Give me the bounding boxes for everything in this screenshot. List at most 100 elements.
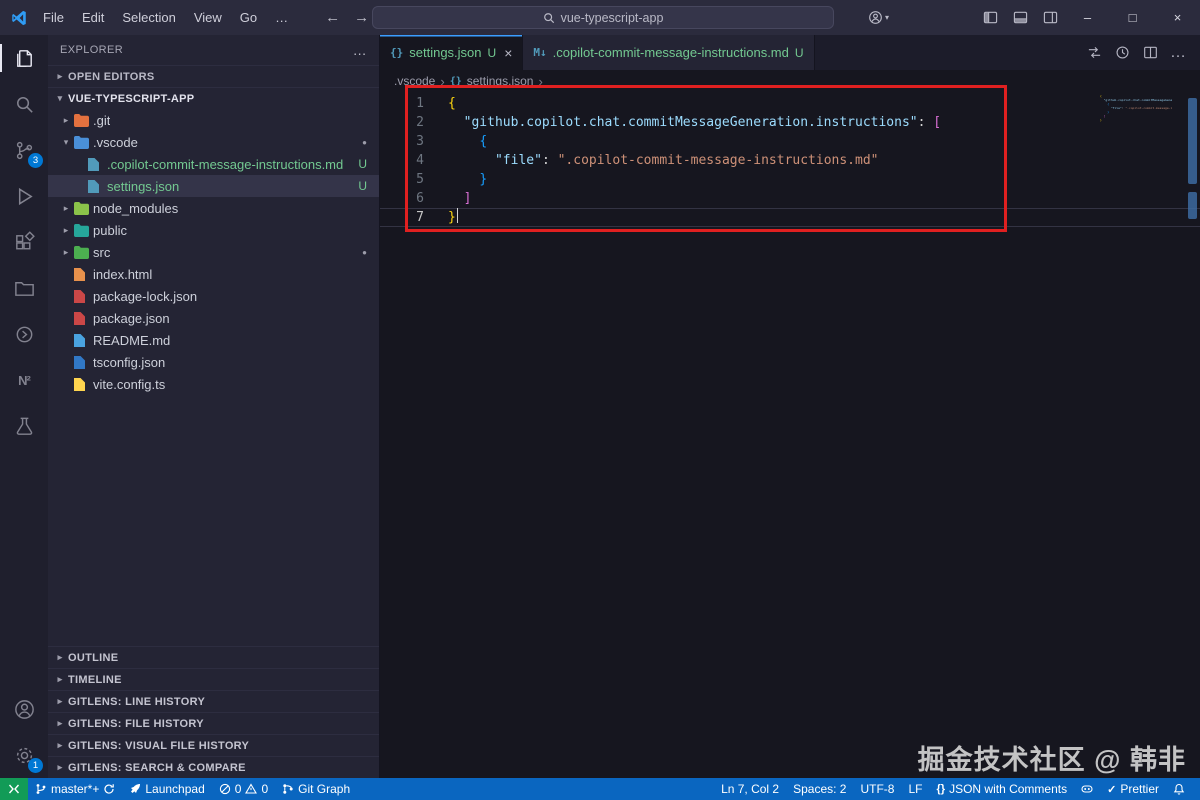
panel-gitlens-search-compare[interactable]: ▸GITLENS: SEARCH & COMPARE: [48, 756, 379, 778]
menu-file[interactable]: File: [34, 0, 73, 35]
file-icon: [74, 378, 92, 391]
tree-item-readme-md[interactable]: README.md: [48, 329, 379, 351]
panel-gitlens-file-history[interactable]: ▸GITLENS: FILE HISTORY: [48, 712, 379, 734]
status-problems[interactable]: 00: [212, 778, 275, 800]
activitybar-search[interactable]: [0, 81, 48, 127]
workspace-root-header[interactable]: ▾ VUE-TYPESCRIPT-APP: [48, 87, 379, 109]
status-indentation[interactable]: Spaces: 2: [786, 778, 853, 800]
status-label: JSON with Comments: [949, 782, 1067, 796]
code-editor[interactable]: 1{2 "github.copilot.chat.commitMessageGe…: [380, 92, 1200, 778]
tree-item-settings-json[interactable]: settings.jsonU: [48, 175, 379, 197]
explorer-more-actions-icon[interactable]: …: [353, 42, 367, 58]
toggle-secondary-sidebar-icon[interactable]: [1035, 0, 1065, 35]
chevron-right-icon: ▸: [52, 71, 68, 82]
tab-settings-json[interactable]: {} settings.json U ×: [380, 35, 523, 70]
status-launchpad[interactable]: Launchpad: [122, 778, 211, 800]
folder-icon: [13, 277, 36, 300]
activitybar-explorer[interactable]: [0, 35, 48, 81]
breadcrumb-file[interactable]: settings.json: [467, 74, 534, 88]
status-formatter[interactable]: ✓Prettier: [1100, 778, 1166, 800]
rocket-icon: [129, 783, 141, 795]
tree-item-package-lock-json[interactable]: package-lock.json: [48, 285, 379, 307]
menu-selection[interactable]: Selection: [113, 0, 184, 35]
file-name: .vscode: [92, 135, 138, 150]
command-center-search[interactable]: vue-typescript-app: [372, 6, 834, 29]
tree-item--vscode[interactable]: ▾.vscode●: [48, 131, 379, 153]
tree-item-public[interactable]: ▸public: [48, 219, 379, 241]
activitybar-live-share[interactable]: [0, 311, 48, 357]
window-close-button[interactable]: ×: [1155, 0, 1200, 35]
panel-outline[interactable]: ▸OUTLINE: [48, 646, 379, 668]
activitybar-testing[interactable]: [0, 403, 48, 449]
activitybar-accounts[interactable]: [0, 686, 48, 732]
activitybar-source-control[interactable]: 3: [0, 127, 48, 173]
profile-menu[interactable]: ▾: [861, 0, 889, 35]
menu-more[interactable]: …: [266, 0, 297, 35]
menu-view[interactable]: View: [185, 0, 231, 35]
folder-icon: [74, 224, 92, 237]
chevron-right-icon: ▸: [52, 674, 68, 685]
panel-gitlens-visual-file-history[interactable]: ▸GITLENS: VISUAL FILE HISTORY: [48, 734, 379, 756]
remote-icon: [8, 783, 20, 795]
tree-item-tsconfig-json[interactable]: tsconfig.json: [48, 351, 379, 373]
panel-gitlens-line-history[interactable]: ▸GITLENS: LINE HISTORY: [48, 690, 379, 712]
nav-back-icon[interactable]: ←: [325, 9, 340, 26]
code-line-3[interactable]: 3 {: [380, 132, 1200, 151]
open-editors-header[interactable]: ▸ OPEN EDITORS: [48, 65, 379, 87]
sidebar-panels: ▸OUTLINE▸TIMELINE▸GITLENS: LINE HISTORY▸…: [48, 646, 379, 778]
panel-timeline[interactable]: ▸TIMELINE: [48, 668, 379, 690]
status-git-graph[interactable]: Git Graph: [275, 778, 357, 800]
toggle-panel-icon[interactable]: [1005, 0, 1035, 35]
settings-badge: 1: [28, 758, 43, 773]
code-line-7[interactable]: 7}: [380, 208, 1200, 227]
more-actions-icon[interactable]: …: [1166, 41, 1190, 65]
json-file-icon: {}: [450, 76, 462, 87]
text-cursor: [457, 208, 459, 223]
modified-dot-badge: ●: [362, 138, 379, 147]
status-copilot[interactable]: [1074, 778, 1100, 800]
window-maximize-button[interactable]: □: [1110, 0, 1155, 35]
status-cursor-position[interactable]: Ln 7, Col 2: [714, 778, 786, 800]
tree-item-node-modules[interactable]: ▸node_modules: [48, 197, 379, 219]
json-file-icon: {}: [390, 46, 403, 59]
activitybar-project-manager[interactable]: [0, 265, 48, 311]
tab-copilot-instructions-md[interactable]: M↓ .copilot-commit-message-instructions.…: [523, 35, 814, 70]
status-branch[interactable]: master*+: [28, 778, 122, 800]
status-label: LF: [908, 782, 922, 796]
activitybar-run-debug[interactable]: [0, 173, 48, 219]
open-changes-icon[interactable]: [1082, 41, 1106, 65]
split-editor-icon[interactable]: [1138, 41, 1162, 65]
breadcrumb-folder[interactable]: .vscode: [394, 74, 435, 88]
code-line-1[interactable]: 1{: [380, 94, 1200, 113]
tree-item-index-html[interactable]: index.html: [48, 263, 379, 285]
folder-icon: [74, 246, 92, 259]
tree-item-src[interactable]: ▸src●: [48, 241, 379, 263]
status-encoding[interactable]: UTF-8: [853, 778, 901, 800]
activitybar-extensions[interactable]: [0, 219, 48, 265]
code-line-4[interactable]: 4 "file": ".copilot-commit-message-instr…: [380, 151, 1200, 170]
status-label: 0: [235, 782, 242, 796]
activitybar-n2-extension[interactable]: N²: [0, 357, 48, 403]
file-icon: [88, 180, 106, 193]
window-minimize-button[interactable]: –: [1065, 0, 1110, 35]
timeline-history-icon[interactable]: [1110, 41, 1134, 65]
menu-go[interactable]: Go: [231, 0, 266, 35]
tree-item--copilot-commit-message-instructions-md[interactable]: .copilot-commit-message-instructions.mdU: [48, 153, 379, 175]
activitybar-settings[interactable]: 1: [0, 732, 48, 778]
code-line-6[interactable]: 6 ]: [380, 189, 1200, 208]
status-language-mode[interactable]: {}JSON with Comments: [930, 778, 1075, 800]
status-eol[interactable]: LF: [901, 778, 929, 800]
status-remote[interactable]: [0, 778, 28, 800]
code-line-2[interactable]: 2 "github.copilot.chat.commitMessageGene…: [380, 113, 1200, 132]
status-notifications[interactable]: [1166, 778, 1192, 800]
tree-item-package-json[interactable]: package.json: [48, 307, 379, 329]
toggle-primary-sidebar-icon[interactable]: [975, 0, 1005, 35]
close-tab-icon[interactable]: ×: [504, 45, 512, 61]
tab-label: settings.json: [409, 45, 481, 60]
tree-item--git[interactable]: ▸.git: [48, 109, 379, 131]
menu-edit[interactable]: Edit: [73, 0, 113, 35]
minimap[interactable]: { "github.copilot.chat.commitMessageGene…: [1100, 94, 1172, 122]
nav-forward-icon[interactable]: →: [354, 9, 369, 26]
code-line-5[interactable]: 5 }: [380, 170, 1200, 189]
tree-item-vite-config-ts[interactable]: vite.config.ts: [48, 373, 379, 395]
